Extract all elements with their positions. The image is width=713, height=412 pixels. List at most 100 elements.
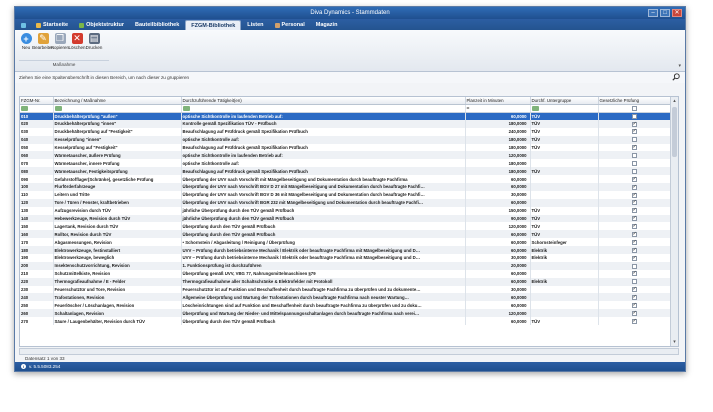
table-row[interactable]: 070 Wärmetauscher, innere Prüfung optische… — [20, 159, 671, 168]
column-header[interactable]: FZGM-Nr. — [20, 97, 54, 105]
ribbon-collapse-icon[interactable]: ▾ — [678, 63, 681, 69]
table-row[interactable]: 060 Wärmetauscher, äußere Prüfung optische… — [20, 151, 671, 160]
legal-checkbox[interactable] — [631, 270, 637, 277]
filter-cell[interactable] — [20, 104, 54, 113]
column-header[interactable]: Durchzuführende Tätigkeit(en) — [181, 97, 466, 105]
filter-cell[interactable] — [53, 104, 182, 113]
legal-checkbox[interactable] — [631, 153, 637, 159]
table-row[interactable]: 180 Elektrowerkzeuge, festinstalliert UVV … — [20, 246, 671, 255]
table-row[interactable]: 230 Feuerschutztür und Tore, Revision Feue… — [20, 285, 671, 294]
table-row[interactable]: 020 Druckbehälterprüfung "innen" Kontrolle… — [20, 119, 671, 128]
table-row[interactable]: 210 Schutzmittelkiste, Revision Überprüfun… — [20, 269, 671, 278]
legal-checkbox[interactable] — [631, 239, 637, 245]
table-row[interactable]: 130 Aufzugsrevision durch TÜV jährliche Üb… — [20, 206, 671, 215]
table-row[interactable]: 090 Gefahrstofflager(Schränke), gesetzlic… — [20, 175, 671, 184]
column-header[interactable]: Planzeit in Minuten — [465, 97, 531, 105]
legal-checkbox[interactable] — [631, 199, 637, 206]
filter-cell[interactable]: = — [465, 104, 531, 113]
bearbeiten-button[interactable]: ✎ Bearbeiten — [32, 33, 54, 50]
legal-checkbox[interactable] — [631, 207, 637, 214]
legal-checkbox[interactable] — [631, 176, 637, 182]
tab-startseite[interactable]: Startseite — [31, 20, 73, 30]
legal-checkbox[interactable] — [631, 279, 637, 285]
table-row[interactable]: 170 Abgasmessungen, Revision • Schornstein… — [20, 238, 671, 247]
tab-listen[interactable]: Listen — [242, 20, 268, 30]
column-header[interactable]: Bezeichnung / Maßnahme — [53, 97, 182, 105]
legal-checkbox[interactable] — [631, 128, 637, 135]
column-header[interactable]: Gesetzliche Prüfung — [598, 97, 671, 105]
table-row[interactable]: 040 Kesselprüfung "innen" optische Sichtko… — [20, 135, 671, 144]
legal-checkbox[interactable] — [631, 160, 637, 166]
table-row[interactable]: 220 Thermografieaufnahme / E - Felder Ther… — [20, 277, 671, 286]
vertical-scrollbar[interactable]: ▴ ▾ — [670, 97, 678, 346]
legal-checkbox[interactable] — [631, 192, 637, 198]
legal-checkbox[interactable] — [631, 223, 637, 230]
table-row[interactable]: 270 Säure / Laugenbehälter, Revision durc… — [20, 317, 671, 326]
table-row[interactable]: 260 Schaltanlagen, Revision Überprüfung un… — [20, 309, 671, 318]
filter-icon[interactable] — [21, 105, 28, 111]
legal-checkbox[interactable] — [631, 247, 637, 253]
table-row[interactable]: 240 Trafostationen, Revision Allgemeine Üb… — [20, 293, 671, 302]
table-row[interactable]: 140 Hebewerkzeuge, Revision durch TÜV jähr… — [20, 214, 671, 223]
cell-name: Thermografieaufnahme / E - Felder — [53, 277, 182, 286]
filter-cell[interactable] — [598, 104, 671, 113]
main-tabs: Startseite Objektstruktur Bauteilbibliothe… — [15, 19, 685, 30]
scroll-up-icon[interactable]: ▴ — [672, 98, 677, 104]
filter-checkbox[interactable] — [631, 105, 637, 111]
legal-checkbox[interactable] — [631, 231, 637, 237]
table-row[interactable]: 050 Kesselprüfung auf "Festigkeit" Beaufsc… — [20, 143, 671, 152]
filter-cell[interactable] — [181, 104, 466, 113]
legal-checkbox[interactable] — [631, 137, 637, 143]
table-row[interactable]: 110 Leitern und Tritte Überprüfung der UVV… — [20, 190, 671, 199]
filter-operator[interactable]: = — [467, 106, 474, 111]
table-row[interactable]: 010 Druckbehälterprüfung "außen" optische … — [20, 112, 671, 120]
tab-fzgm-bibliothek[interactable]: FZGM-Bibliothek — [185, 20, 242, 30]
legal-checkbox[interactable] — [631, 255, 637, 261]
legal-checkbox[interactable] — [631, 144, 637, 151]
horizontal-scrollbar[interactable] — [19, 348, 679, 355]
legal-checkbox[interactable] — [631, 168, 637, 174]
ribbon-button-label: Kopieren — [51, 45, 70, 50]
table-row[interactable]: 150 Lagertank, Revision durch TÜV Überprüf… — [20, 222, 671, 231]
app-menu-button[interactable] — [17, 20, 30, 30]
legal-checkbox[interactable] — [631, 121, 637, 127]
table-row[interactable]: 160 Rolltor, Revision durch TÜV Überprüfun… — [20, 230, 671, 239]
close-button[interactable]: ✕ — [672, 9, 682, 17]
kopieren-button[interactable]: ❐ Kopieren — [51, 33, 70, 50]
legal-checkbox[interactable] — [631, 184, 637, 190]
legal-checkbox[interactable] — [631, 263, 637, 269]
table-row[interactable]: 120 Tore / Türen / Fenster, kraftbetriebe… — [20, 198, 671, 207]
legal-checkbox[interactable] — [631, 318, 637, 324]
tab-bauteilbibliothek[interactable]: Bauteilbibliothek — [130, 20, 184, 30]
tab-personal[interactable]: Personal — [270, 20, 310, 30]
table-row[interactable]: 200 Insektenschutzvorrichtung, Revision 1.… — [20, 261, 671, 270]
legal-checkbox[interactable] — [631, 286, 637, 293]
neu-button[interactable]: + Neu — [19, 33, 33, 50]
löschen-button[interactable]: ✕ Löschen — [69, 33, 86, 50]
table-row[interactable]: 100 Flurförderfahrzeuge Überprüfung der UV… — [20, 183, 671, 191]
filter-icon[interactable] — [54, 105, 62, 111]
tab-magazin[interactable]: Magazin — [311, 20, 343, 30]
legal-checkbox[interactable] — [631, 215, 637, 222]
minimize-button[interactable]: – — [648, 9, 658, 17]
legal-checkbox[interactable] — [631, 113, 637, 119]
legal-checkbox[interactable] — [631, 310, 637, 316]
table-row[interactable]: 030 Druckbehälterprüfung auf "Festigkeit"… — [20, 127, 671, 136]
group-by-area[interactable]: Ziehen Sie eine Spaltenüberschrift in di… — [15, 72, 685, 83]
maximize-button[interactable]: □ — [660, 9, 670, 17]
filter-row[interactable]: = — [20, 104, 671, 113]
filter-cell[interactable] — [530, 104, 599, 113]
table-row[interactable]: 080 Wärmetauscher, Festigkeitsprüfung Beau… — [20, 167, 671, 176]
filter-icon[interactable] — [182, 105, 190, 111]
scroll-down-icon[interactable]: ▾ — [672, 339, 677, 345]
filter-icon[interactable] — [531, 105, 539, 111]
legal-checkbox[interactable] — [631, 294, 637, 301]
legal-checkbox[interactable] — [631, 302, 637, 308]
table-row[interactable]: 190 Elektrowerkzeuge, beweglich UVV – Prüf… — [20, 254, 671, 262]
tab-objektstruktur[interactable]: Objektstruktur — [74, 20, 129, 30]
column-header[interactable]: Durchf. Untergruppe — [530, 97, 599, 105]
search-icon[interactable] — [672, 73, 680, 81]
drucken-button[interactable]: ▤ Drucken — [86, 33, 102, 50]
scroll-thumb[interactable] — [672, 107, 677, 157]
table-row[interactable]: 250 Feuerlöscher / Löschanlagen, Revision… — [20, 301, 671, 310]
